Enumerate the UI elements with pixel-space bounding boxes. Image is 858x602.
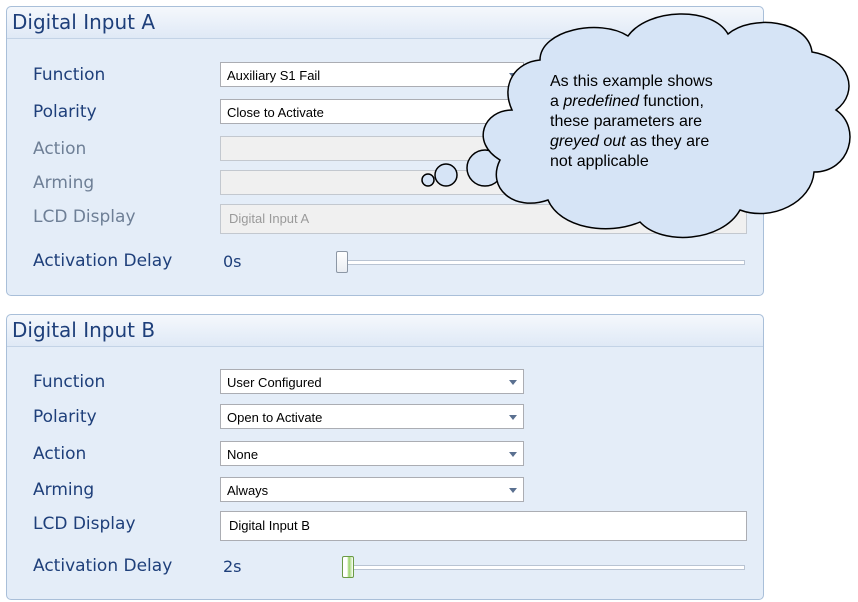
callout-line-1: As this example shows	[550, 73, 713, 90]
callout-line-4: greyed out as they are	[550, 133, 710, 150]
thought-bubble-medium	[434, 163, 458, 187]
callout-line-5: not applicable	[550, 153, 649, 170]
callout-line-2: a predefined function,	[550, 93, 704, 110]
callout-text: As this example shows a predefined funct…	[550, 72, 810, 172]
thought-bubble-small	[421, 173, 435, 187]
callout-line-3: these parameters are	[550, 113, 703, 130]
